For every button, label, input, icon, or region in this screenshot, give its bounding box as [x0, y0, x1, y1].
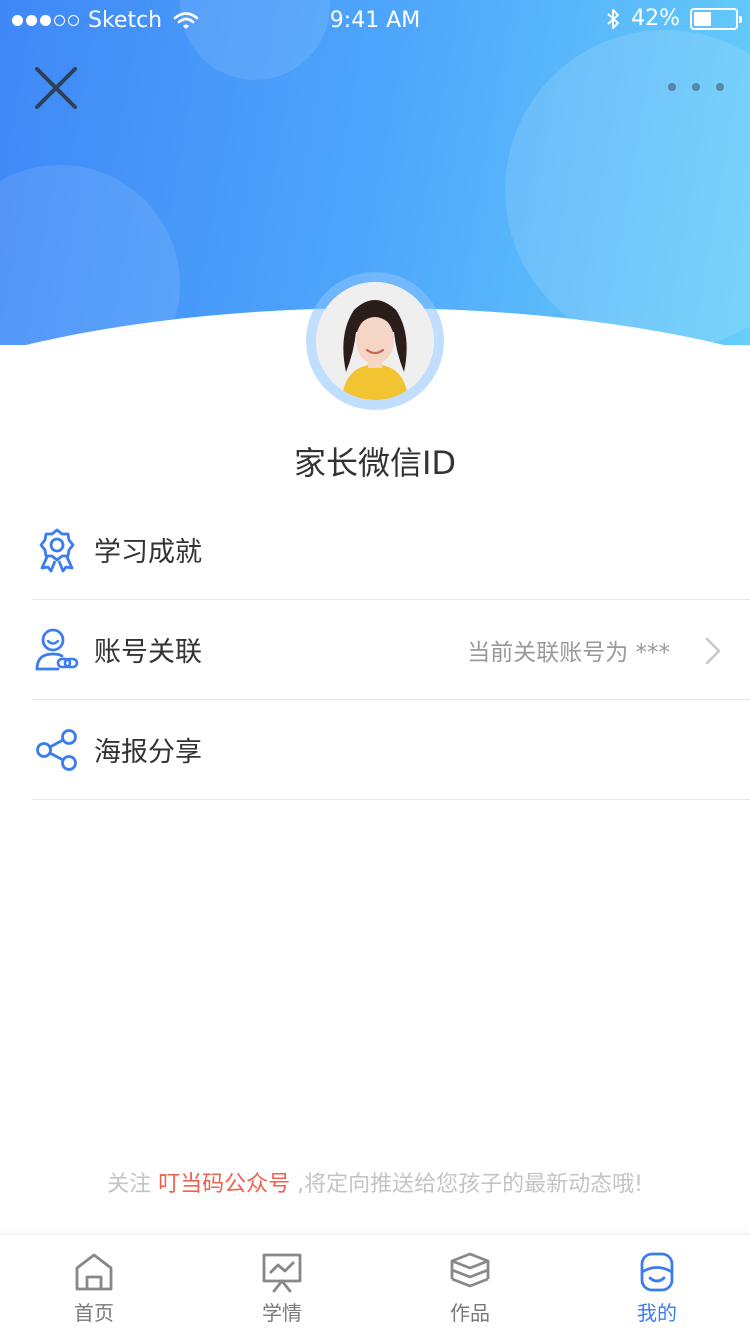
user-link-icon: [35, 628, 79, 670]
chevron-right-icon: [705, 637, 721, 665]
more-horizontal-icon: [668, 83, 676, 91]
status-bar: Sketch 9:41 AM 42%: [0, 0, 750, 40]
menu-item-achievements[interactable]: 学习成就: [32, 500, 750, 600]
follow-hint: 关注 叮当码公众号 ,将定向推送给您孩子的最新动态哦!: [0, 1166, 750, 1198]
more-horizontal-icon: [692, 83, 700, 91]
share-icon: [36, 728, 77, 771]
avatar-photo: [316, 282, 434, 400]
bluetooth-icon: [607, 8, 620, 29]
linked-account-value: 当前关联账号为 ***: [467, 639, 670, 666]
profile-screen: Sketch 9:41 AM 42% 家长微信ID 学习成就 账号关联 当前关联…: [0, 0, 750, 1334]
tab-mine[interactable]: 我的: [607, 1251, 707, 1326]
decor-bubble: [0, 165, 180, 345]
menu-item-poster-share[interactable]: 海报分享: [32, 700, 750, 800]
profile-icon: [640, 1252, 674, 1292]
official-account-link[interactable]: 叮当码公众号: [158, 1172, 290, 1197]
menu-item-label: 海报分享: [94, 737, 202, 768]
menu-item-label: 账号关联: [94, 637, 202, 668]
tab-label: 我的: [637, 1301, 677, 1325]
battery-nub: [739, 15, 742, 23]
tab-study[interactable]: 学情: [232, 1251, 332, 1326]
layers-icon: [450, 1252, 490, 1288]
follow-hint-suffix: ,将定向推送给您孩子的最新动态哦!: [290, 1172, 643, 1197]
chart-board-icon: [262, 1253, 302, 1293]
home-icon: [75, 1253, 113, 1291]
tab-works[interactable]: 作品: [420, 1251, 520, 1326]
tab-label: 作品: [450, 1301, 490, 1325]
avatar[interactable]: [316, 282, 434, 400]
more-horizontal-icon: [716, 83, 724, 91]
user-name: 家长微信ID: [293, 444, 457, 482]
award-medal-icon: [39, 528, 75, 572]
follow-hint-prefix: 关注: [107, 1172, 159, 1197]
menu-list: 学习成就 账号关联 当前关联账号为 *** 海报分享: [32, 500, 750, 800]
close-button[interactable]: [30, 62, 82, 114]
battery-icon: [690, 7, 742, 30]
tab-label: 首页: [74, 1301, 114, 1325]
menu-item-label: 学习成就: [94, 537, 202, 568]
battery-percent: 42%: [631, 6, 680, 31]
close-icon: [35, 67, 77, 109]
menu-item-account-link[interactable]: 账号关联 当前关联账号为 ***: [32, 600, 750, 700]
battery-level: [694, 11, 711, 26]
more-button[interactable]: [668, 78, 724, 96]
status-right: 42%: [605, 6, 742, 31]
tab-label: 学情: [262, 1301, 302, 1325]
tab-bar: 首页 学情 作品 我的: [0, 1234, 750, 1334]
tab-home[interactable]: 首页: [44, 1251, 144, 1326]
